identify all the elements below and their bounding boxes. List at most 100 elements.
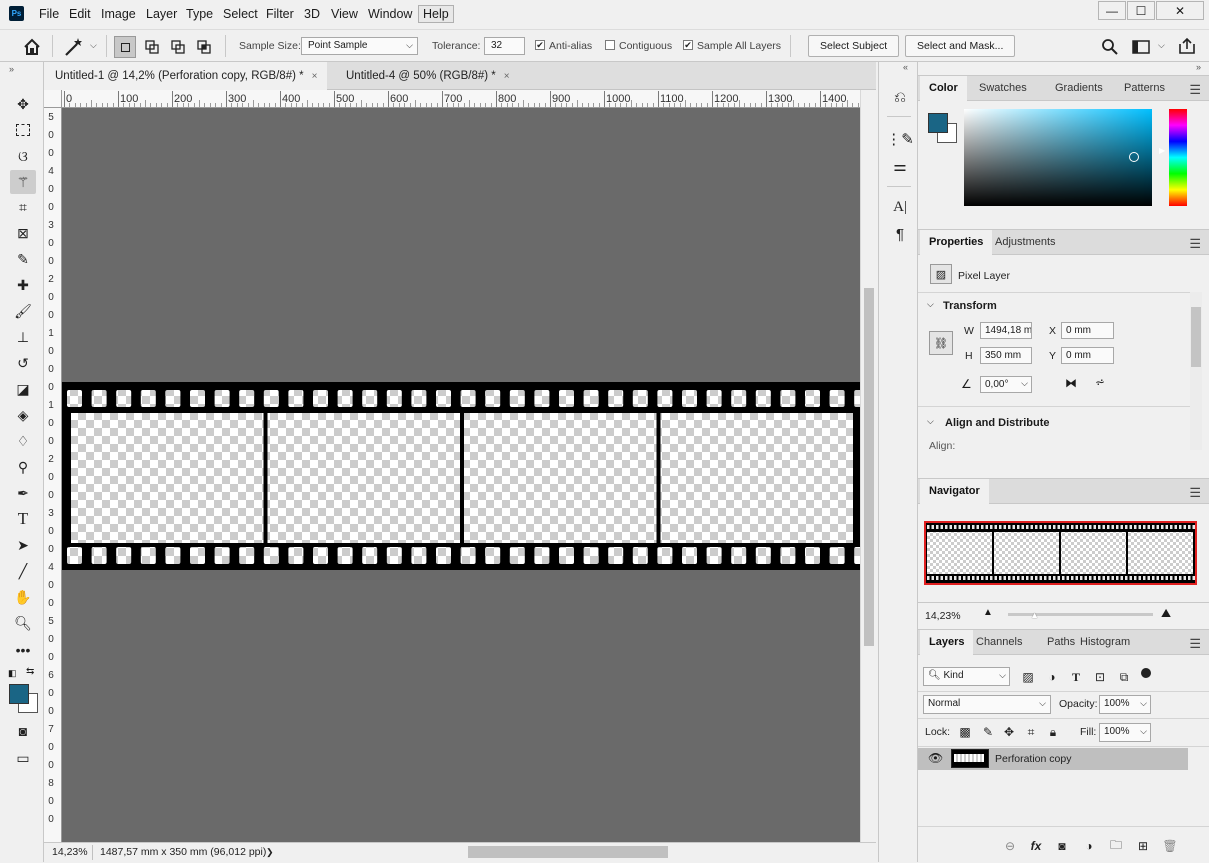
pen-tool-icon[interactable]: ✒: [10, 481, 36, 505]
zoom-level[interactable]: 14,23%: [52, 846, 88, 858]
frame-tool-icon[interactable]: ⊠: [10, 221, 36, 245]
menu-file[interactable]: File: [39, 7, 59, 21]
fill-input[interactable]: 100% ⌵: [1099, 723, 1151, 742]
panel-menu-icon[interactable]: ☰: [1189, 82, 1201, 98]
line-tool-icon[interactable]: ╱: [10, 559, 36, 583]
x-input[interactable]: 0 mm: [1061, 322, 1114, 339]
move-tool-icon[interactable]: ✥: [10, 92, 36, 116]
angle-input[interactable]: 0,00° ⌵: [980, 376, 1032, 393]
color-field[interactable]: [964, 109, 1152, 206]
character-panel-icon[interactable]: A|: [889, 196, 911, 218]
sample-size-select[interactable]: Point Sample ⌵: [301, 37, 418, 55]
filter-adjustment-icon[interactable]: ◑: [1043, 668, 1061, 686]
tolerance-input[interactable]: 32: [484, 37, 525, 55]
collapse-icon[interactable]: «: [903, 62, 908, 72]
select-and-mask-button[interactable]: Select and Mask...: [905, 35, 1016, 57]
dodge-tool-icon[interactable]: ⚲: [10, 455, 36, 479]
adjust-sliders-icon[interactable]: ⚌: [889, 155, 911, 177]
filter-pixel-icon[interactable]: ▨: [1019, 668, 1037, 686]
tab-swatches[interactable]: Swatches: [970, 76, 1036, 101]
menu-window[interactable]: Window: [368, 7, 412, 21]
history-brush-tool-icon[interactable]: ↺: [10, 351, 36, 375]
eye-visibility-icon[interactable]: 👁︎: [928, 751, 943, 765]
horizontal-ruler[interactable]: 0 100 200 300 400 500 600 700 800 900 1000 1100 1200…: [62, 90, 860, 108]
workspace-icon[interactable]: [1132, 39, 1150, 55]
eyedropper-tool-icon[interactable]: ✎: [10, 247, 36, 271]
flip-vertical-icon[interactable]: ⩫: [1095, 375, 1105, 389]
filter-toggle-icon[interactable]: [1141, 668, 1151, 678]
crop-tool-icon[interactable]: ⌗: [10, 195, 36, 219]
eraser-tool-icon[interactable]: ◪: [10, 377, 36, 401]
filter-shape-icon[interactable]: ⊡: [1091, 668, 1109, 686]
flip-horizontal-icon[interactable]: ⧓: [1065, 376, 1077, 390]
color-picker-cursor[interactable]: [1129, 152, 1139, 162]
default-colors-icon[interactable]: ◧: [8, 668, 17, 679]
new-selection-mode-icon[interactable]: [114, 36, 136, 58]
close-window-button[interactable]: ✕: [1156, 1, 1204, 20]
contiguous-checkbox[interactable]: [605, 40, 615, 50]
width-input[interactable]: 1494,18 mm: [980, 322, 1032, 339]
lock-artboard-icon[interactable]: ⌗: [1022, 723, 1040, 741]
close-icon[interactable]: ×: [504, 71, 510, 82]
tool-preset-chevron-down-icon[interactable]: ⌵: [90, 40, 97, 51]
lock-all-icon[interactable]: 🔒︎: [1044, 723, 1062, 741]
link-proportions-icon[interactable]: ⛓: [929, 331, 953, 355]
anti-alias-checkbox[interactable]: ✔: [535, 40, 545, 50]
expand-icon[interactable]: »: [1196, 62, 1201, 72]
tab-properties[interactable]: Properties: [920, 230, 993, 255]
document-canvas[interactable]: [62, 108, 860, 842]
height-input[interactable]: 350 mm: [980, 347, 1032, 364]
color-foreground-swatch[interactable]: [928, 113, 948, 133]
magic-wand-tool-icon[interactable]: ⚚: [10, 170, 36, 194]
menu-help[interactable]: Help: [418, 5, 454, 23]
transform-chevron-icon[interactable]: ⌵: [927, 299, 934, 310]
healing-brush-tool-icon[interactable]: ✚: [10, 273, 36, 297]
tab-channels[interactable]: Channels: [967, 630, 1031, 655]
menu-view[interactable]: View: [331, 7, 358, 21]
lock-image-pixels-icon[interactable]: ✎: [979, 723, 997, 741]
magic-wand-icon[interactable]: [63, 37, 85, 57]
new-group-icon[interactable]: 🗀: [1107, 837, 1125, 855]
blend-mode-select[interactable]: Normal ⌵: [923, 695, 1051, 714]
tab-gradients[interactable]: Gradients: [1046, 76, 1112, 101]
tab-color[interactable]: Color: [920, 76, 967, 101]
lasso-tool-icon[interactable]: ଓ: [10, 144, 36, 168]
hue-slider-handle-icon[interactable]: ▶: [1159, 146, 1165, 155]
filter-type-icon[interactable]: T: [1067, 668, 1085, 686]
new-layer-icon[interactable]: ⊞: [1134, 837, 1152, 855]
brush-tool-icon[interactable]: 🖌: [10, 299, 36, 323]
align-chevron-icon[interactable]: ⌵: [927, 416, 934, 427]
menu-image[interactable]: Image: [101, 7, 136, 21]
clone-stamp-tool-icon[interactable]: ⊥: [10, 325, 36, 349]
quick-mask-icon[interactable]: ◙: [10, 719, 36, 743]
add-mask-icon[interactable]: ◙: [1053, 837, 1071, 855]
path-selection-tool-icon[interactable]: ➤: [10, 533, 36, 557]
foreground-color-swatch[interactable]: [9, 684, 29, 704]
tab-navigator[interactable]: Navigator: [920, 479, 989, 504]
sample-all-layers-checkbox[interactable]: ✔: [683, 40, 693, 50]
vertical-scrollbar[interactable]: [860, 90, 877, 842]
opacity-input[interactable]: 100% ⌵: [1099, 695, 1151, 714]
menu-filter[interactable]: Filter: [266, 7, 294, 21]
properties-scrollbar[interactable]: [1190, 292, 1202, 450]
tab-untitled-4[interactable]: Untitled-4 @ 50% (RGB/8#) * ×: [335, 62, 520, 90]
vertical-ruler[interactable]: 5 0 0 4 0 0 3 0 0 2 0 0 1 0 0 0 1 0 0 2 0 0 3 0 0 4 0 0 5 0 0 6 0 0 7 0 0 8 0 0: [44, 108, 62, 842]
layer-name[interactable]: Perforation copy: [995, 753, 1071, 765]
brush-settings-icon[interactable]: ⋮✎: [886, 128, 914, 150]
hue-slider[interactable]: [1169, 109, 1187, 206]
horizontal-scroll-thumb[interactable]: [468, 846, 668, 858]
marquee-tool-icon[interactable]: [10, 118, 36, 142]
history-panel-icon[interactable]: ⎌: [889, 86, 911, 108]
paragraph-panel-icon[interactable]: ¶: [889, 223, 911, 245]
share-icon[interactable]: [1177, 37, 1197, 55]
photoshop-logo-icon[interactable]: Ps: [9, 6, 24, 21]
menu-3d[interactable]: 3D: [304, 7, 320, 21]
panel-menu-icon[interactable]: ☰: [1189, 236, 1201, 252]
layer-filter-select[interactable]: 🔍︎ Kind ⌵: [923, 667, 1010, 686]
tab-histogram[interactable]: Histogram: [1071, 630, 1139, 655]
blur-tool-icon[interactable]: ♢: [10, 429, 36, 453]
delete-layer-icon[interactable]: 🗑︎: [1161, 837, 1179, 855]
search-icon[interactable]: [1101, 38, 1119, 56]
navigator-zoom[interactable]: 14,23%: [925, 610, 961, 622]
subtract-from-selection-icon[interactable]: [167, 36, 189, 58]
